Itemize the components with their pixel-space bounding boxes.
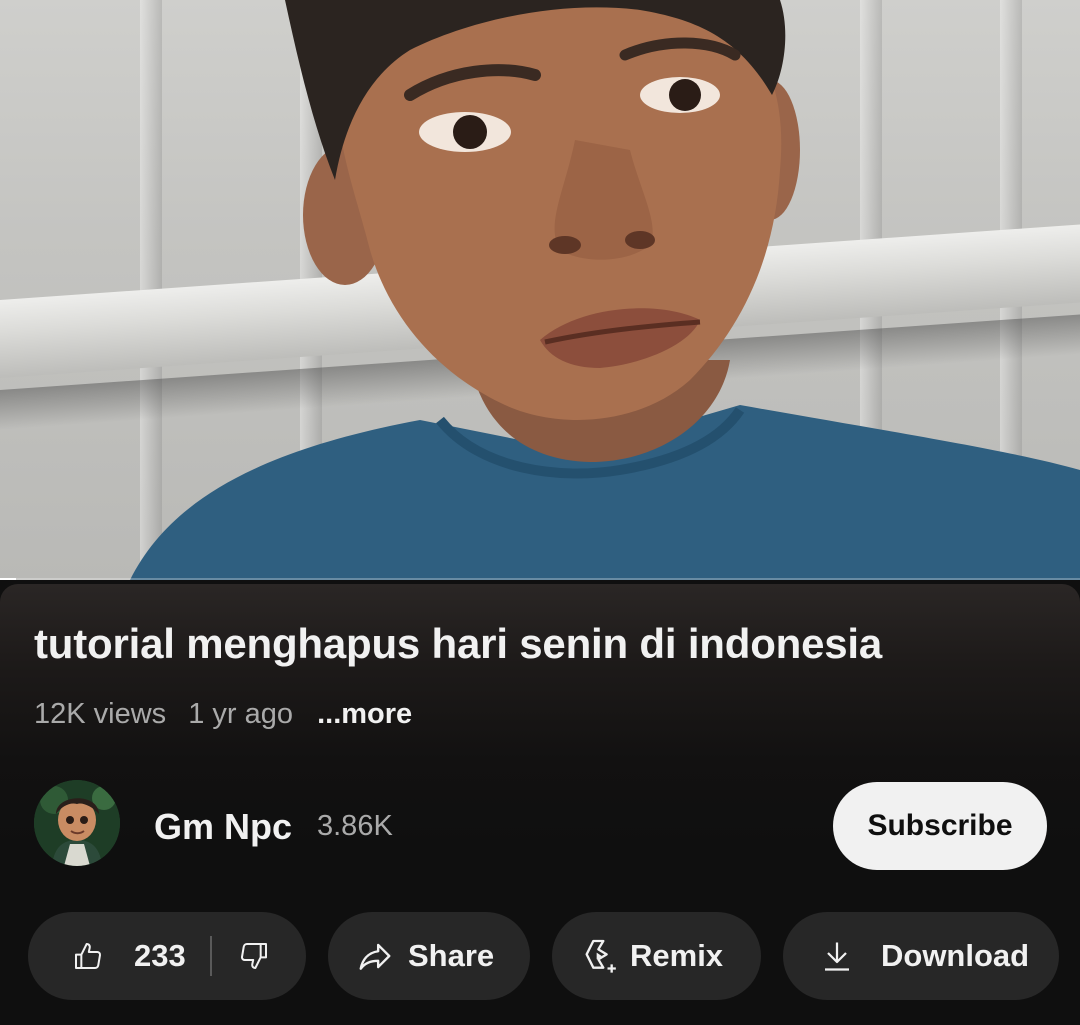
remix-icon	[585, 939, 616, 973]
like-dislike-divider	[209, 936, 212, 976]
dislike-button[interactable]	[238, 940, 270, 972]
download-label: Download	[881, 938, 1030, 973]
channel-name[interactable]: Gm Npc	[154, 806, 292, 848]
more-description-link[interactable]: ...more	[317, 698, 412, 730]
thumbs-down-icon	[240, 943, 267, 969]
video-frame-person	[130, 0, 1080, 580]
share-arrow-icon	[359, 943, 391, 970]
share-button[interactable]: Share	[328, 912, 530, 1000]
remix-button[interactable]: Remix	[552, 912, 761, 1000]
view-count: 12K views	[34, 698, 167, 730]
avatar-image	[34, 780, 120, 866]
thumbs-up-icon	[75, 943, 101, 969]
upload-age: 1 yr ago	[188, 698, 294, 730]
playback-progress-bar[interactable]	[0, 578, 1080, 580]
subscriber-count: 3.86K	[317, 810, 393, 842]
video-metadata[interactable]: 12K views 1 yr ago ...more	[34, 698, 426, 731]
share-label: Share	[408, 938, 495, 973]
channel-avatar[interactable]	[34, 780, 120, 866]
download-icon	[825, 942, 849, 971]
subscribe-button[interactable]: Subscribe	[833, 782, 1047, 870]
playback-progress-fill	[0, 578, 17, 580]
download-button[interactable]: Download	[783, 912, 1059, 1000]
like-dislike-group: 233	[28, 912, 306, 1000]
watch-screen: tutorial menghapus hari senin di indones…	[0, 0, 1080, 1025]
remix-label: Remix	[630, 938, 724, 973]
video-title[interactable]: tutorial menghapus hari senin di indones…	[34, 620, 882, 668]
like-count: 233	[134, 938, 186, 973]
video-player[interactable]	[0, 0, 1080, 580]
like-button[interactable]: 233	[28, 938, 186, 974]
